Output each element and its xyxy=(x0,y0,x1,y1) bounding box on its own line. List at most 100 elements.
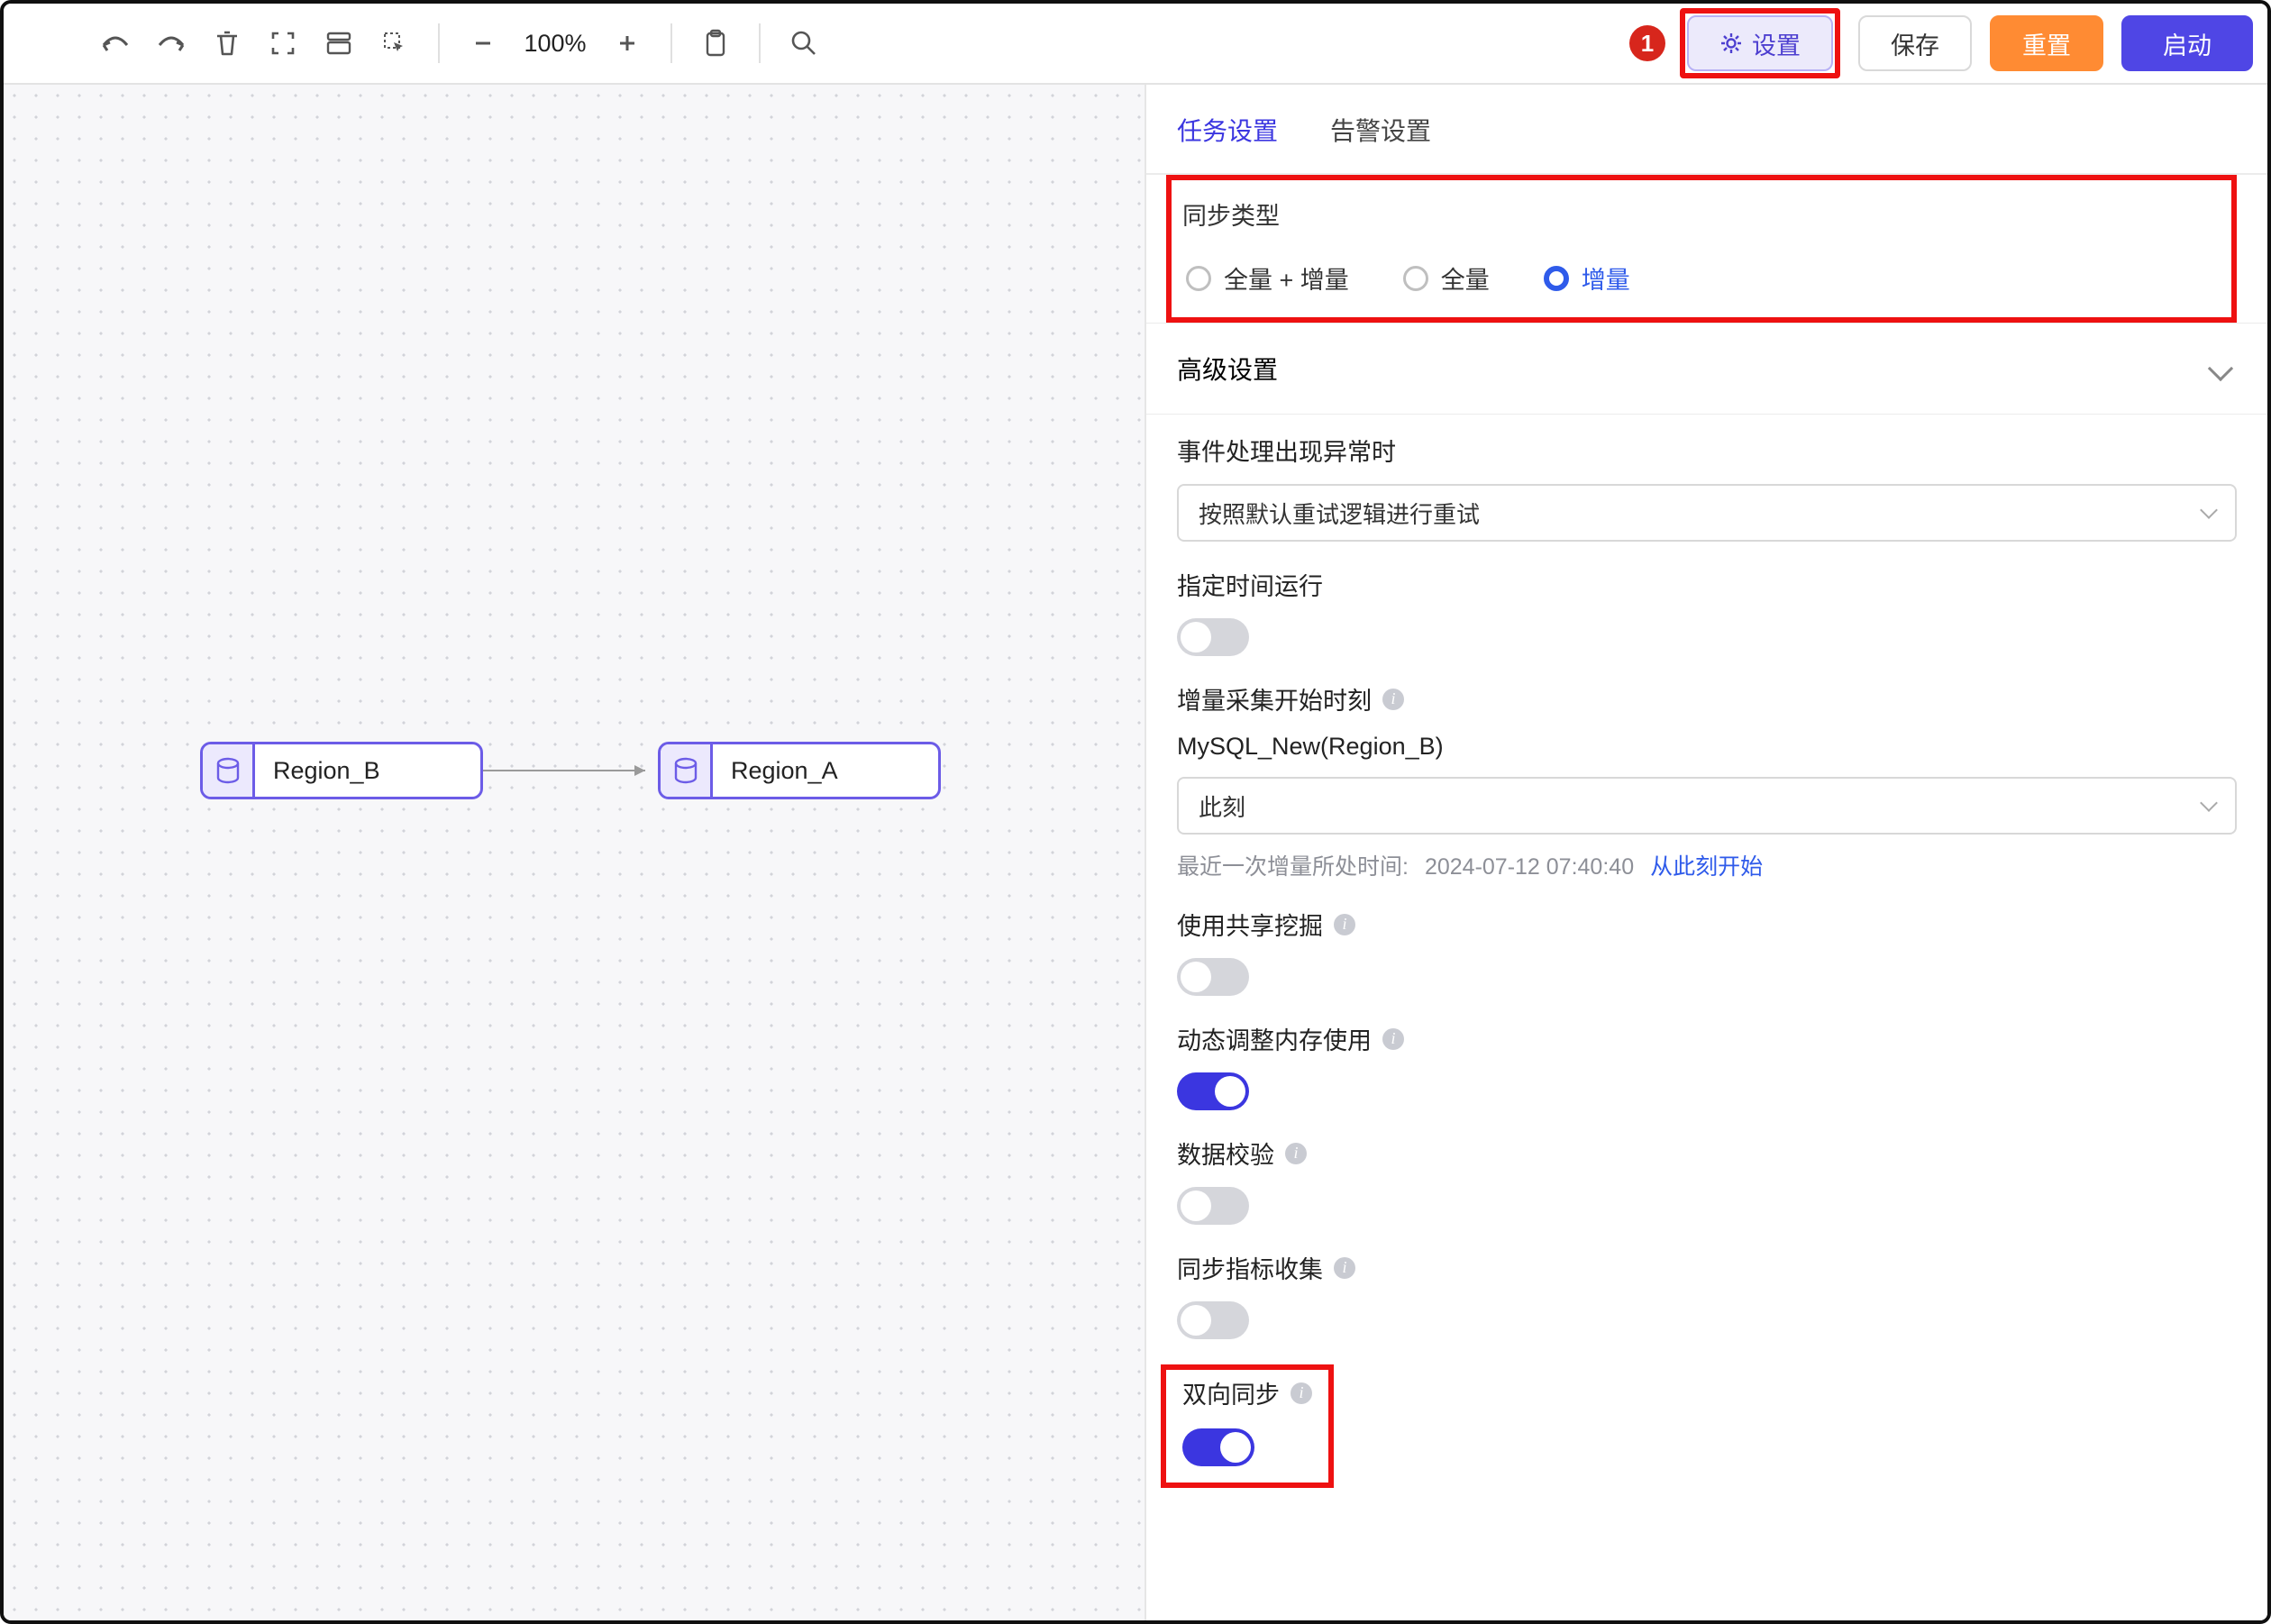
zoom-out-button[interactable] xyxy=(458,18,508,68)
start-from-now-link[interactable]: 从此刻开始 xyxy=(1650,849,1763,881)
field-dynamic-memory: 动态调整内存使用 i xyxy=(1146,1003,2267,1118)
field-shared-mining: 使用共享挖掘 i xyxy=(1146,889,2267,1003)
source-connection-name: MySQL_New(Region_B) xyxy=(1177,733,2237,761)
pointer-button[interactable] xyxy=(369,18,420,68)
save-label: 保存 xyxy=(1891,26,1939,61)
dynamic-memory-label: 动态调整内存使用 xyxy=(1177,1021,1372,1056)
start-button[interactable]: 启动 xyxy=(2121,15,2253,71)
toolbar-right: 1 设置 保存 重置 启动 xyxy=(1629,8,2253,78)
last-incremental-time: 2024-07-12 07:40:40 xyxy=(1425,854,1634,880)
undo-icon xyxy=(100,32,131,54)
reset-label: 重置 xyxy=(2022,26,2071,61)
start-label: 启动 xyxy=(2163,26,2212,61)
last-incremental-note: 最近一次增量所处时间: 2024-07-12 07:40:40 从此刻开始 xyxy=(1177,849,2237,881)
field-sync-metrics: 同步指标收集 i xyxy=(1146,1232,2267,1346)
radio-full-incremental-label: 全量 + 增量 xyxy=(1224,260,1349,296)
radio-full[interactable]: 全量 xyxy=(1403,260,1490,296)
info-icon[interactable]: i xyxy=(1382,689,1404,710)
center-icon xyxy=(269,30,296,57)
sync-metrics-label: 同步指标收集 xyxy=(1177,1250,1323,1285)
zoom-value: 100% xyxy=(514,30,597,58)
radio-incremental[interactable]: 增量 xyxy=(1544,260,1630,296)
advanced-settings-toggle[interactable]: 高级设置 xyxy=(1146,323,2267,415)
database-icon xyxy=(203,744,255,797)
scheduled-toggle[interactable] xyxy=(1177,618,1249,656)
incremental-start-select[interactable]: 此刻 xyxy=(1177,777,2237,835)
tab-alarm-settings[interactable]: 告警设置 xyxy=(1330,112,1431,151)
chevron-down-icon xyxy=(2200,794,2218,812)
toolbar-left: 100% xyxy=(18,18,829,68)
plus-icon xyxy=(617,33,637,53)
node-source-label: Region_B xyxy=(255,757,406,785)
undo-button[interactable] xyxy=(90,18,141,68)
gear-icon xyxy=(1719,32,1743,55)
field-exception-handling: 事件处理出现异常时 按照默认重试逻辑进行重试 xyxy=(1146,415,2267,549)
panel-tabs: 任务设置 告警设置 xyxy=(1146,85,2267,175)
minus-icon xyxy=(473,33,493,53)
bidirectional-toggle[interactable] xyxy=(1182,1428,1254,1466)
toolbar-separator xyxy=(759,23,761,63)
toolbar-separator xyxy=(670,23,672,63)
info-icon[interactable]: i xyxy=(1334,1257,1355,1279)
radio-full-incremental[interactable]: 全量 + 增量 xyxy=(1186,260,1349,296)
info-icon[interactable]: i xyxy=(1334,914,1355,935)
sync-type-label: 同步类型 xyxy=(1182,196,2221,232)
field-bidirectional: 3 双向同步 i xyxy=(1146,1346,2267,1495)
canvas[interactable]: Region_B Region_A xyxy=(4,85,1145,1620)
data-verify-toggle[interactable] xyxy=(1177,1187,1249,1225)
exception-value: 按照默认重试逻辑进行重试 xyxy=(1199,497,1480,530)
layout-icon xyxy=(325,30,352,57)
toolbar-separator xyxy=(438,23,440,63)
app-frame: 100% 1 设置 xyxy=(0,0,2271,1624)
shared-mining-label: 使用共享挖掘 xyxy=(1177,907,1323,942)
dynamic-memory-toggle[interactable] xyxy=(1177,1072,1249,1110)
info-icon[interactable]: i xyxy=(1285,1143,1307,1164)
info-icon[interactable]: i xyxy=(1382,1028,1404,1050)
callout-badge-1: 1 xyxy=(1629,25,1665,61)
clipboard-icon xyxy=(704,29,727,58)
info-icon[interactable]: i xyxy=(1291,1382,1312,1404)
search-button[interactable] xyxy=(779,18,829,68)
exception-select[interactable]: 按照默认重试逻辑进行重试 xyxy=(1177,484,2237,542)
chevron-down-icon xyxy=(2208,356,2233,381)
redo-button[interactable] xyxy=(146,18,196,68)
sync-metrics-toggle[interactable] xyxy=(1177,1301,1249,1339)
save-button[interactable]: 保存 xyxy=(1858,15,1972,71)
advanced-settings-label: 高级设置 xyxy=(1177,351,1278,387)
settings-label: 设置 xyxy=(1752,26,1801,61)
bidirectional-highlight: 双向同步 i xyxy=(1161,1364,1334,1488)
zoom-in-button[interactable] xyxy=(602,18,652,68)
sync-type-highlight: 同步类型 全量 + 增量 全量 xyxy=(1166,175,2237,323)
node-target[interactable]: Region_A xyxy=(658,742,941,799)
layout-button[interactable] xyxy=(314,18,364,68)
incremental-start-value: 此刻 xyxy=(1199,789,1245,823)
radio-full-label: 全量 xyxy=(1441,260,1490,296)
delete-button[interactable] xyxy=(202,18,252,68)
search-icon xyxy=(790,30,817,57)
reset-button[interactable]: 重置 xyxy=(1990,15,2103,71)
field-scheduled-run: 指定时间运行 xyxy=(1146,549,2267,663)
trash-icon xyxy=(214,30,240,57)
incremental-start-label: 增量采集开始时刻 xyxy=(1177,681,1372,716)
edge-arrow xyxy=(483,769,658,772)
settings-button[interactable]: 设置 xyxy=(1687,15,1833,71)
tab-task-settings[interactable]: 任务设置 xyxy=(1177,112,1278,151)
field-incremental-start: 增量采集开始时刻 i MySQL_New(Region_B) 此刻 最近一次增量… xyxy=(1146,663,2267,889)
sync-type-radio-group: 全量 + 增量 全量 增量 xyxy=(1182,248,2221,305)
settings-panel: 任务设置 告警设置 2 同步类型 全量 + 增量 xyxy=(1145,85,2267,1620)
center-button[interactable] xyxy=(258,18,308,68)
shared-mining-toggle[interactable] xyxy=(1177,958,1249,996)
field-data-verify: 数据校验 i xyxy=(1146,1118,2267,1232)
data-verify-label: 数据校验 xyxy=(1177,1136,1274,1171)
chevron-down-icon xyxy=(2200,501,2218,519)
radio-incremental-label: 增量 xyxy=(1582,260,1630,296)
toolbar: 100% 1 设置 xyxy=(4,4,2267,85)
body: Region_B Region_A 任务设置 告警设置 2 xyxy=(4,85,2267,1620)
zoom-controls: 100% xyxy=(458,18,652,68)
redo-icon xyxy=(156,32,187,54)
bidirectional-label: 双向同步 xyxy=(1182,1375,1280,1410)
pointer-icon xyxy=(381,30,408,57)
clipboard-button[interactable] xyxy=(690,18,741,68)
exception-label: 事件处理出现异常时 xyxy=(1177,433,2237,468)
node-source[interactable]: Region_B xyxy=(200,742,483,799)
